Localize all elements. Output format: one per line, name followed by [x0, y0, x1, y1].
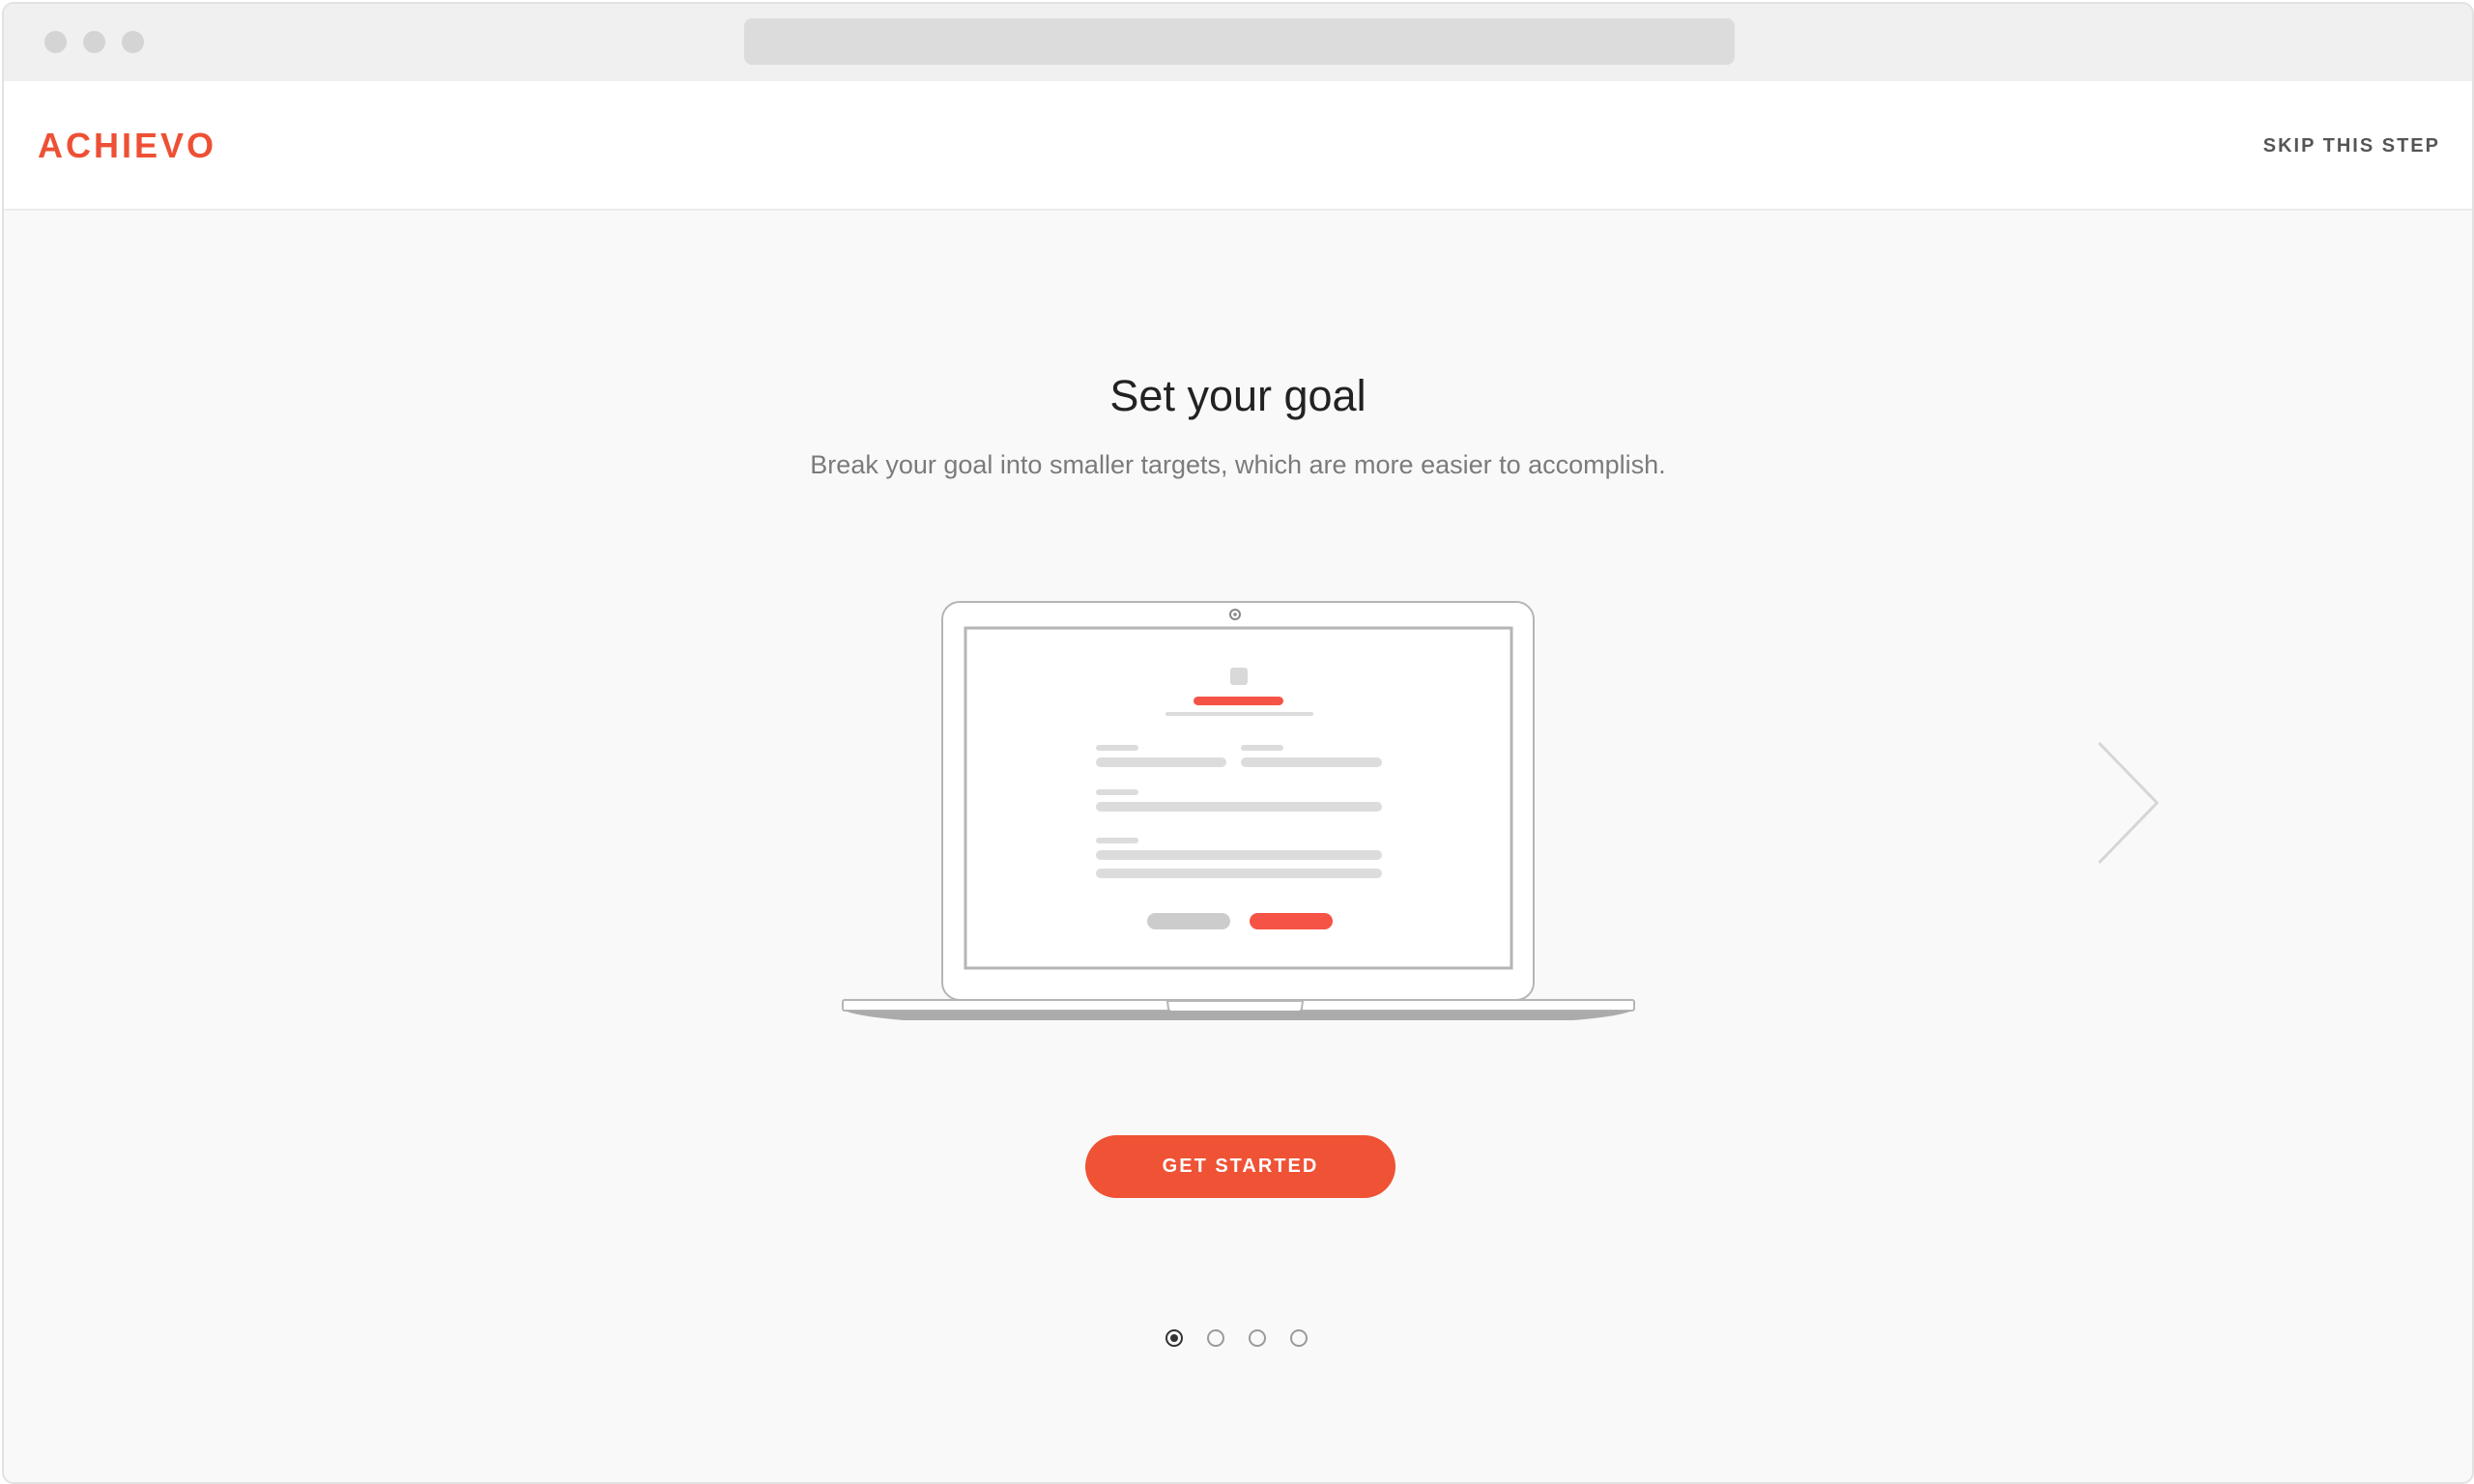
pagination-dot-3[interactable]: [1249, 1329, 1266, 1347]
browser-window: ACHIEVO SKIP THIS STEP Set your goal Bre…: [2, 2, 2474, 1484]
laptop-form-illustration: [842, 601, 1635, 1020]
window-close-control[interactable]: [44, 31, 67, 53]
page-subtitle: Break your goal into smaller targets, wh…: [810, 450, 1666, 479]
pagination-dot-2[interactable]: [1207, 1329, 1224, 1347]
window-maximize-control[interactable]: [122, 31, 144, 53]
page-title: Set your goal: [1109, 371, 1366, 420]
logo: ACHIEVO: [38, 126, 217, 165]
pagination-dot-4[interactable]: [1290, 1329, 1308, 1347]
pagination-dots: [1164, 1329, 1318, 1358]
chevron-right-icon[interactable]: [2095, 740, 2163, 866]
app-header: ACHIEVO SKIP THIS STEP: [4, 81, 2472, 211]
browser-toolbar: [4, 4, 2472, 81]
get-started-button[interactable]: GET STARTED: [1085, 1135, 1395, 1198]
address-bar[interactable]: [744, 18, 1735, 65]
window-minimize-control[interactable]: [83, 31, 105, 53]
pagination-dot-1[interactable]: [1165, 1329, 1183, 1347]
skip-step-link[interactable]: SKIP THIS STEP: [2263, 135, 2440, 157]
